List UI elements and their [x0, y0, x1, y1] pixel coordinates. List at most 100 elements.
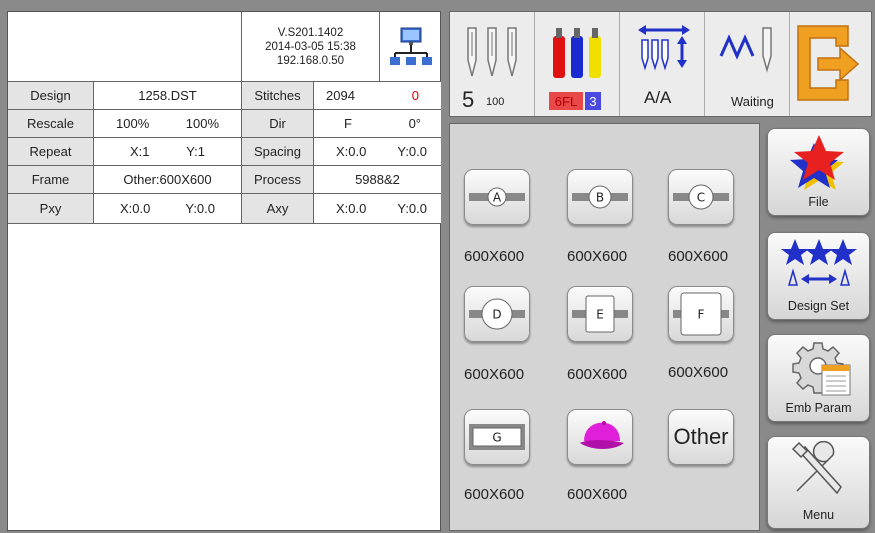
repeat-cell: X:1 Y:1: [94, 138, 242, 166]
frame-label: Frame: [8, 166, 94, 194]
pxy-label: Pxy: [8, 194, 94, 224]
gear-settings-icon: [791, 342, 850, 396]
exit-button[interactable]: [790, 12, 871, 116]
repeat-label: Repeat: [8, 138, 94, 166]
color-code-badge: 6FL: [549, 92, 583, 110]
stitch-waiting-icon: [719, 27, 772, 73]
star-file-icon: [789, 135, 844, 190]
ip-address-text: 192.168.0.50: [276, 54, 345, 67]
info-blank-area: [8, 12, 242, 82]
frame-f-letter: F: [698, 308, 705, 322]
frame-c-letter: C: [697, 191, 705, 205]
pxy-y: Y:0.0: [185, 201, 215, 216]
menu-label: Menu: [802, 508, 835, 522]
frame-a-size: 600X600: [464, 248, 525, 265]
machine-state-text: Waiting: [731, 94, 774, 109]
frame-e-size: 600X600: [567, 366, 628, 383]
exit-icon: [797, 25, 860, 101]
file-label: File: [808, 195, 829, 209]
needle-bar-move-icon: [638, 25, 690, 71]
rescale-y: 100%: [185, 116, 219, 131]
mode-value: A/A: [644, 88, 672, 107]
dir-cell: F 0°: [314, 110, 441, 138]
frame-c-size: 600X600: [668, 248, 729, 265]
frame-button-c[interactable]: C: [668, 169, 734, 225]
emb-param-button[interactable]: Emb Param: [767, 334, 870, 422]
repeat-y: Y:1: [186, 144, 205, 159]
dir-label: Dir: [242, 110, 314, 138]
square-frame-icon: F: [673, 292, 729, 336]
axy-cell: X:0.0 Y:0.0: [314, 194, 441, 224]
design-set-label: Design Set: [787, 299, 850, 313]
spacing-cell: X:0.0 Y:0.0: [314, 138, 441, 166]
needles-icon: [467, 27, 517, 77]
emb-param-label: Emb Param: [785, 401, 852, 415]
embroidery-machine-screen: V.S201.1402 2014-03-05 15:38 192.168.0.5…: [0, 0, 875, 533]
frame-d-size: 600X600: [464, 366, 525, 383]
frame-button-g[interactable]: G: [464, 409, 530, 465]
frame-g-letter: G: [492, 431, 501, 445]
pxy-cell: X:0.0 Y:0.0: [94, 194, 242, 224]
frame-button-b[interactable]: B: [567, 169, 633, 225]
frame-button-other[interactable]: Other: [668, 409, 734, 465]
thread-color-status[interactable]: 6FL 3: [535, 12, 620, 116]
frame-b-size: 600X600: [567, 248, 628, 265]
axy-x: X:0.0: [336, 201, 367, 216]
rescale-cell: 100% 100%: [94, 110, 242, 138]
thread-spools-icon: [553, 28, 601, 78]
axy-y: Y:0.0: [397, 201, 427, 216]
square-frame-icon: E: [572, 295, 628, 333]
stitches-cell: 2094 0: [314, 82, 441, 110]
repeat-x: X:1: [130, 144, 150, 159]
datetime-text: 2014-03-05 15:38: [265, 40, 356, 53]
needle-speed: 100: [486, 96, 505, 108]
frame-e-letter: E: [596, 308, 604, 322]
design-set-button[interactable]: Design Set: [767, 232, 870, 320]
needle-number: 5: [462, 87, 475, 112]
frame-f-size: 600X600: [668, 364, 729, 381]
frame-button-e[interactable]: E: [567, 286, 633, 342]
round-frame-icon: A: [469, 187, 525, 207]
stitches-extra: 0: [411, 88, 419, 103]
frame-b-letter: B: [596, 191, 604, 205]
design-set-icon: [780, 239, 857, 286]
frame-button-cap[interactable]: [567, 409, 633, 465]
network-status[interactable]: [380, 12, 441, 82]
frame-button-f[interactable]: F: [668, 286, 734, 342]
color-index-badge: 3: [585, 92, 601, 110]
needle-status[interactable]: 5 100: [450, 12, 535, 116]
frame-g-size: 600X600: [464, 486, 525, 503]
status-bar: 5 100 6FL 3 A/A Waiting: [449, 11, 872, 117]
frame-selection-panel: A B C 600X600 600X600 600X600 D E F 600X…: [449, 123, 760, 531]
frame-button-a[interactable]: A: [464, 169, 530, 225]
spacing-label: Spacing: [242, 138, 314, 166]
stitches-label: Stitches: [242, 82, 314, 110]
process-value: 5988&2: [314, 166, 441, 194]
stitches-value: 2094: [326, 88, 355, 103]
rect-frame-icon: G: [469, 424, 525, 450]
machine-state[interactable]: Waiting: [705, 12, 790, 116]
process-label: Process: [242, 166, 314, 194]
frame-other-label: Other: [673, 424, 729, 449]
file-button[interactable]: File: [767, 128, 870, 216]
version-text: V.S201.1402: [277, 26, 344, 39]
spacing-y: Y:0.0: [397, 144, 427, 159]
cap-icon: [580, 421, 624, 449]
axy-label: Axy: [242, 194, 314, 224]
mode-status[interactable]: A/A: [620, 12, 705, 116]
rescale-label: Rescale: [8, 110, 94, 138]
network-icon: [389, 27, 432, 65]
menu-button[interactable]: Menu: [767, 436, 870, 529]
frame-cap-size: 600X600: [567, 486, 628, 503]
tools-menu-icon: [791, 441, 842, 495]
frame-a-letter: A: [493, 191, 502, 205]
frame-button-d[interactable]: D: [464, 286, 530, 342]
frame-value: Other:600X600: [94, 166, 242, 194]
design-info-panel: V.S201.1402 2014-03-05 15:38 192.168.0.5…: [7, 11, 441, 531]
version-info-box: V.S201.1402 2014-03-05 15:38 192.168.0.5…: [242, 12, 380, 82]
round-frame-icon: B: [572, 185, 628, 209]
frame-d-letter: D: [492, 308, 501, 322]
spacing-x: X:0.0: [336, 144, 367, 159]
pxy-x: X:0.0: [120, 201, 151, 216]
design-preview-area[interactable]: [8, 224, 440, 530]
